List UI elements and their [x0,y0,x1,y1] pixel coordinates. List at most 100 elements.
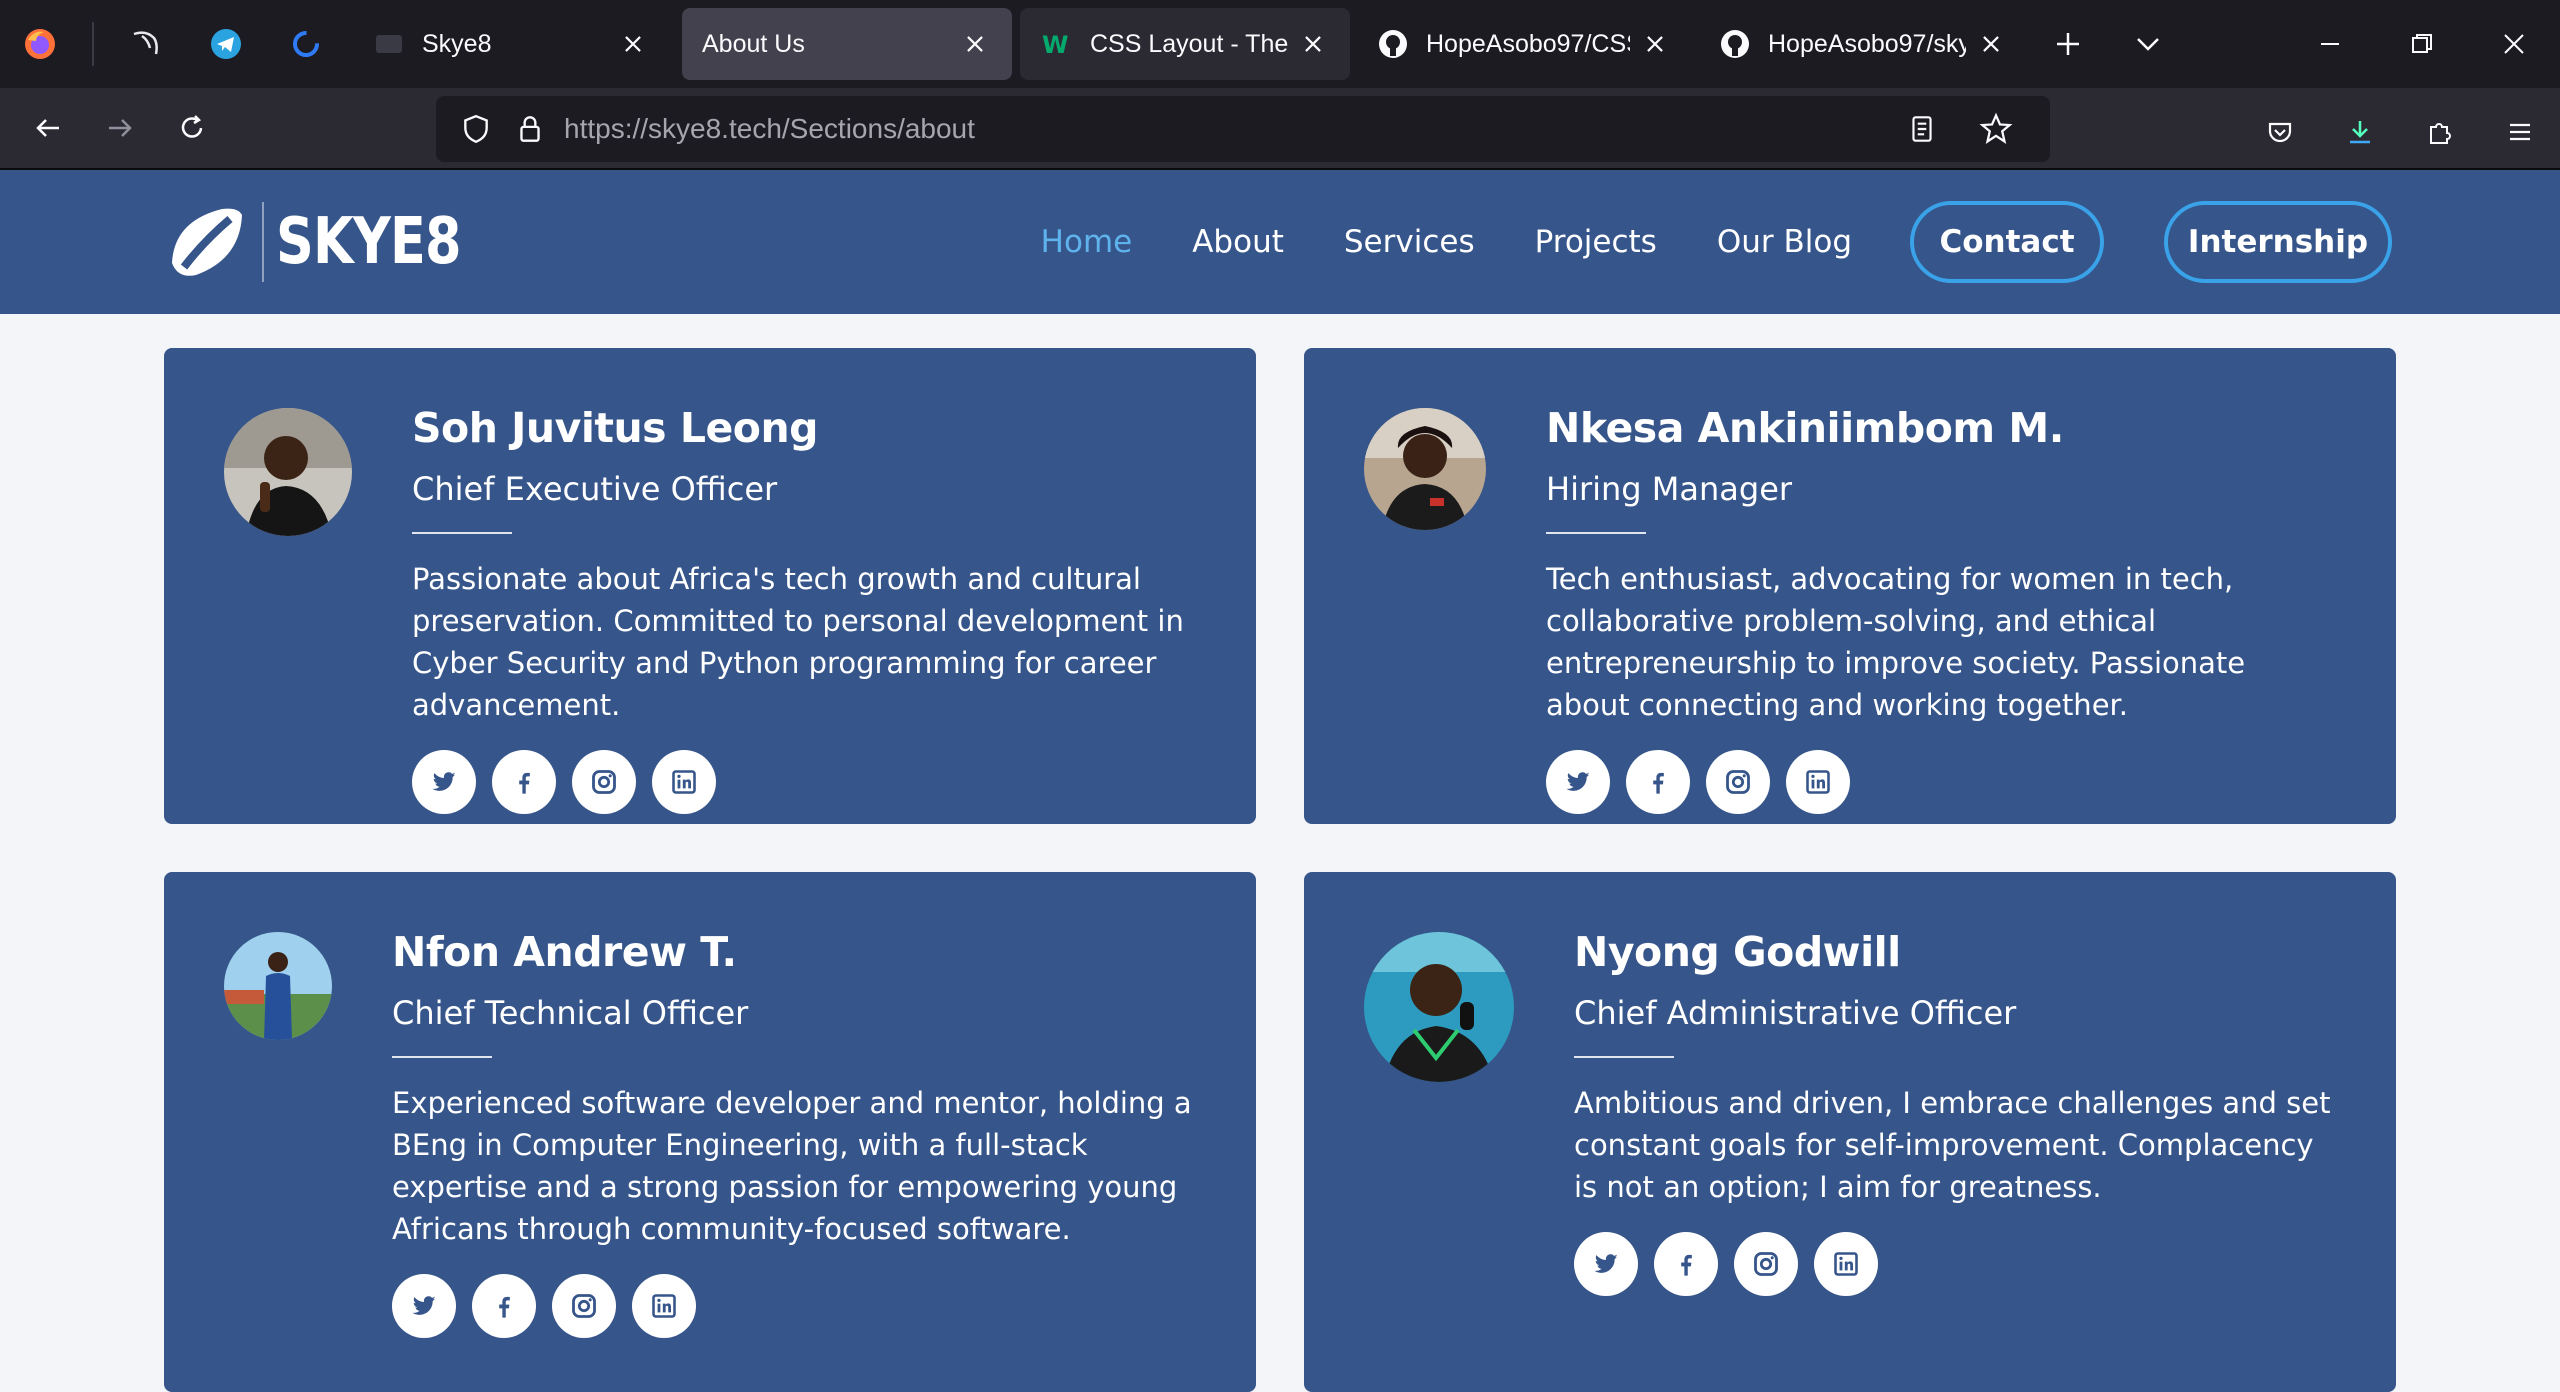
refresh-app-icon[interactable] [266,0,346,88]
linkedin-icon[interactable] [1786,750,1850,814]
forward-arrow-icon[interactable] [84,87,156,169]
linkedin-icon[interactable] [632,1274,696,1338]
list-tabs-chevron-down-icon[interactable] [2108,0,2188,88]
minimize-icon[interactable] [2284,0,2376,88]
tab-skye8[interactable]: Skye8 [352,8,670,80]
tab-css-layout[interactable]: W CSS Layout - The z-i [1020,8,1350,80]
avatar [224,932,332,1040]
member-role: Chief Administrative Officer [1574,994,2017,1032]
url-host: https://skye8.tech [564,113,782,144]
tab-github-css[interactable]: HopeAsobo97/CSS-E [1356,8,1692,80]
nav-services[interactable]: Services [1344,224,1475,260]
team-card: Nkesa Ankiniimbom M. Hiring Manager Tech… [1304,348,2396,824]
nav-projects[interactable]: Projects [1535,224,1657,260]
facebook-icon[interactable] [1654,1232,1718,1296]
kali-icon[interactable] [106,0,186,88]
bookmark-star-icon[interactable] [1976,109,2016,149]
contact-button[interactable]: Contact [1910,201,2104,283]
nav-our-blog[interactable]: Our Blog [1717,224,1852,260]
tab-label: Skye8 [422,29,492,58]
member-role: Chief Technical Officer [392,994,749,1032]
url-bar[interactable]: https://skye8.tech/Sections/about [436,96,2050,162]
facebook-icon[interactable] [472,1274,536,1338]
close-icon[interactable] [1974,27,2008,61]
divider [1574,1056,1674,1058]
hamburger-menu-icon[interactable] [2480,88,2560,176]
team-card: Soh Juvitus Leong Chief Executive Office… [164,348,1256,824]
team-card: Nyong Godwill Chief Administrative Offic… [1304,872,2396,1392]
member-name: Nyong Godwill [1574,928,1901,976]
firefox-menu-icon[interactable] [0,0,80,88]
pocket-icon[interactable] [2240,88,2320,176]
internship-button[interactable]: Internship [2164,201,2392,283]
page-icon [372,27,406,61]
divider [1546,532,1646,534]
facebook-icon[interactable] [492,750,556,814]
twitter-icon[interactable] [412,750,476,814]
twitter-icon[interactable] [1546,750,1610,814]
tab-about-us[interactable]: About Us [682,8,1012,80]
avatar [224,408,352,536]
twitter-icon[interactable] [1574,1232,1638,1296]
close-icon[interactable] [616,27,650,61]
close-icon[interactable] [1638,27,1672,61]
url-path: /Sections/about [781,113,975,144]
member-bio: Tech enthusiast, advocating for women in… [1546,562,2246,722]
new-tab-plus-icon[interactable] [2028,0,2108,88]
tab-label: About Us [702,29,805,58]
browser-tab-bar: Skye8 About Us W CSS Layout - The z-i Ho… [0,0,2560,88]
member-name: Soh Juvitus Leong [412,404,818,452]
downloads-icon[interactable] [2320,88,2400,176]
social-links [1574,1232,2336,1296]
close-icon[interactable] [958,27,992,61]
tab-label: HopeAsobo97/CSS-E [1426,29,1630,58]
w3schools-icon: W [1040,27,1074,61]
logo-leaf-icon [172,208,242,276]
instagram-icon[interactable] [572,750,636,814]
instagram-icon[interactable] [552,1274,616,1338]
member-name: Nkesa Ankiniimbom M. [1546,404,2064,452]
member-bio: Ambitious and driven, I embrace challeng… [1574,1086,2331,1204]
reload-icon[interactable] [156,87,228,169]
social-links [412,750,1196,814]
linkedin-icon[interactable] [652,750,716,814]
linkedin-icon[interactable] [1814,1232,1878,1296]
close-icon[interactable] [1296,27,1330,61]
extensions-icon[interactable] [2400,88,2480,176]
twitter-icon[interactable] [392,1274,456,1338]
member-role: Hiring Manager [1546,470,1793,508]
github-icon [1718,27,1752,61]
nav-home[interactable]: Home [1041,224,1133,260]
url-text[interactable]: https://skye8.tech/Sections/about [564,113,1902,145]
main-nav: Home About Services Projects Our Blog Co… [981,170,2392,314]
team-card: Nfon Andrew T. Chief Technical Officer E… [164,872,1256,1392]
avatar [1364,932,1514,1082]
shield-icon[interactable] [456,109,496,149]
member-bio: Experienced software developer and mento… [392,1086,1192,1246]
back-arrow-icon[interactable] [12,87,84,169]
close-window-icon[interactable] [2468,0,2560,88]
member-name: Nfon Andrew T. [392,928,737,976]
divider [392,1056,492,1058]
lock-icon[interactable] [510,109,550,149]
tab-label: HopeAsobo97/skye8 [1768,29,1966,58]
tab-github-skye8[interactable]: HopeAsobo97/skye8 [1698,8,2028,80]
site-header: SKYE8 Home About Services Projects Our B… [0,170,2560,314]
nav-about[interactable]: About [1192,224,1284,260]
instagram-icon[interactable] [1734,1232,1798,1296]
divider [412,532,512,534]
svg-text:W: W [1042,31,1068,59]
telegram-icon[interactable] [186,0,266,88]
tab-label: CSS Layout - The z-i [1090,29,1288,58]
avatar [1364,408,1486,530]
site-logo[interactable]: SKYE8 [164,200,501,284]
member-bio: Passionate about Africa's tech growth an… [412,562,1184,722]
restore-icon[interactable] [2376,0,2468,88]
instagram-icon[interactable] [1706,750,1770,814]
member-role: Chief Executive Officer [412,470,778,508]
github-icon [1376,27,1410,61]
social-links [392,1274,1196,1338]
facebook-icon[interactable] [1626,750,1690,814]
logo-text: SKYE8 [276,205,462,279]
reader-view-icon[interactable] [1902,109,1942,149]
